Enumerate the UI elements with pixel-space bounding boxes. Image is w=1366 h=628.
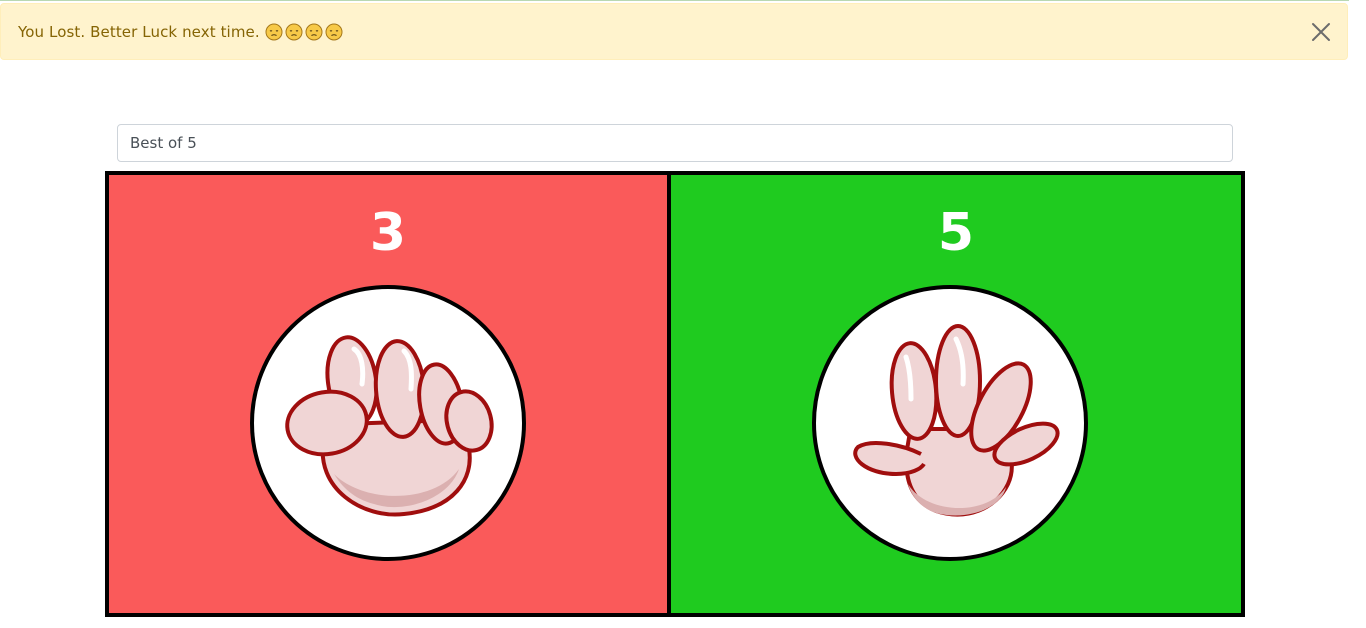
player-score: 3 [369, 203, 407, 263]
player-hand [250, 285, 526, 561]
sad-face-emoji-icon [325, 23, 343, 40]
sad-face-emoji-icon [305, 23, 323, 40]
player-panel: 3 [109, 175, 671, 613]
rock-fist-icon [285, 335, 494, 517]
sad-emoji-group [265, 23, 343, 41]
opponent-score: 5 [937, 203, 975, 263]
round-format-value: Best of 5 [130, 134, 197, 152]
game-page: You Lost. Better Luck next time. Best of… [0, 0, 1349, 628]
opponent-hand [812, 285, 1088, 561]
paper-hand-icon [853, 324, 1060, 517]
close-icon[interactable] [1311, 22, 1331, 42]
round-format-select[interactable]: Best of 5 [117, 124, 1233, 162]
game-board: 3 5 [105, 171, 1245, 617]
sad-face-emoji-icon [285, 23, 303, 40]
alert-message: You Lost. Better Luck next time. [18, 22, 260, 41]
opponent-panel: 5 [671, 175, 1241, 613]
result-alert: You Lost. Better Luck next time. [0, 3, 1348, 60]
sad-face-emoji-icon [265, 23, 283, 40]
